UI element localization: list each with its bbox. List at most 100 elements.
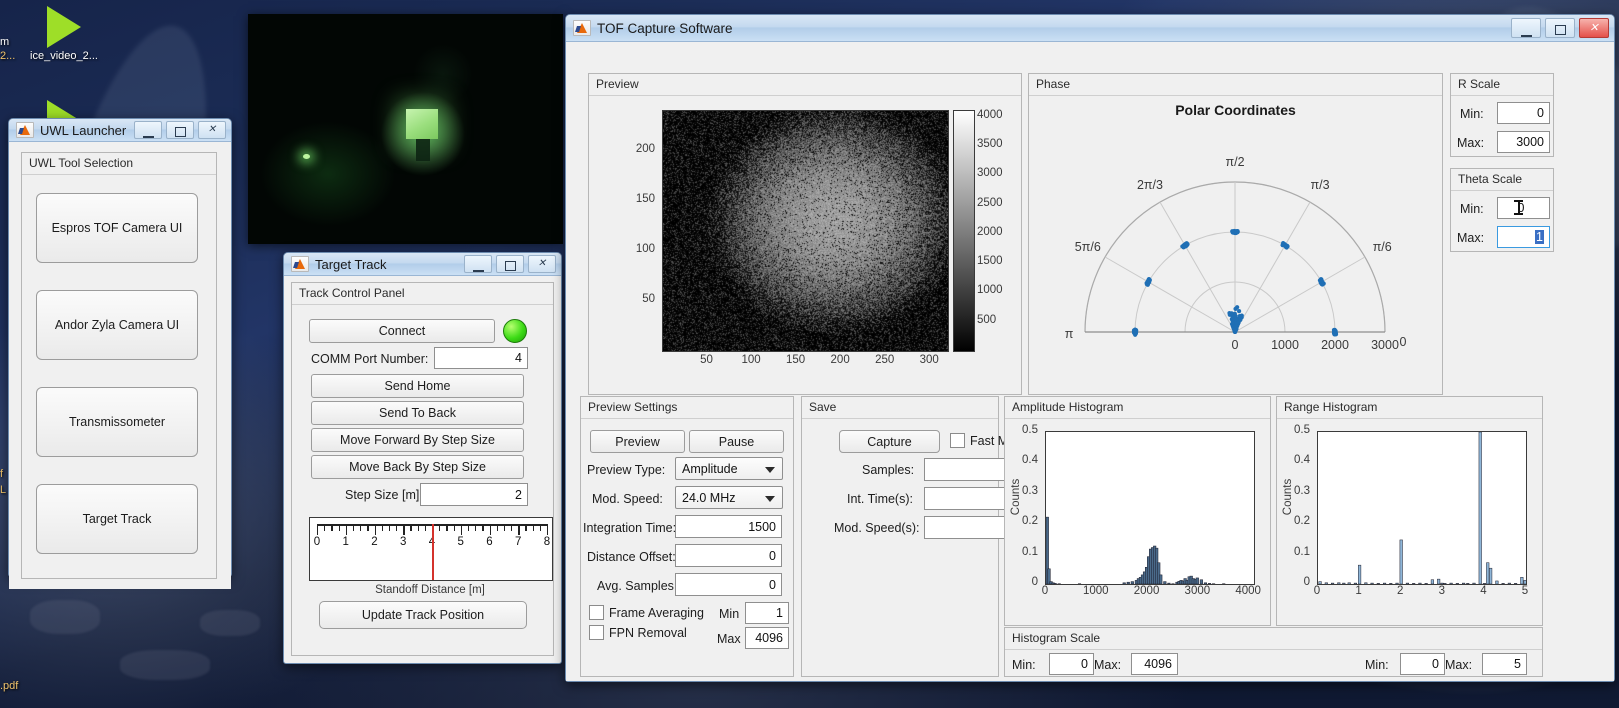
move-forward-button[interactable]: Move Forward By Step Size [311, 428, 524, 452]
tool-button-transmissometer[interactable]: Transmissometer [36, 387, 198, 457]
video-feed-target-panel [406, 109, 438, 139]
histogram-bar [1348, 583, 1351, 584]
histogram-bar [1441, 583, 1444, 584]
amp-scale-max-input[interactable]: 4096 [1131, 653, 1178, 675]
ruler-minor-tick [475, 524, 476, 531]
track-control-panel-title: Track Control Panel [292, 283, 553, 305]
video-feed-laser-spot [303, 154, 310, 159]
scale-max-input[interactable]: 4096 [745, 627, 789, 649]
amp-scale-min-input[interactable]: 0 [1049, 653, 1094, 675]
rng-scale-min-value: 0 [1432, 657, 1439, 671]
avg-samples-input[interactable]: 0 [675, 573, 782, 596]
ruler-minor-tick [331, 524, 332, 531]
histogram-bar [1358, 565, 1361, 584]
histogram-bar [1508, 583, 1511, 584]
frame-averaging-checkbox[interactable] [589, 605, 604, 620]
fpn-removal-checkbox[interactable] [589, 625, 604, 640]
histogram-bar [1473, 583, 1476, 584]
histogram-xtick: 3000 [1179, 585, 1215, 597]
move-back-button[interactable]: Move Back By Step Size [311, 455, 524, 479]
fast-mode-checkbox[interactable] [950, 433, 965, 448]
histogram-ytick: 0.5 [1277, 424, 1310, 436]
uwl-launcher-window[interactable]: UWL Launcher ✕ UWL Tool Selection Espros… [8, 118, 232, 577]
ruler-minor-tick [339, 524, 340, 531]
preview-type-dropdown[interactable]: Amplitude [675, 457, 783, 480]
launcher-titlebar[interactable]: UWL Launcher ✕ [9, 119, 231, 142]
target-track-close-button[interactable]: ✕ [528, 255, 556, 273]
target-track-titlebar[interactable]: Target Track ✕ [284, 253, 561, 276]
ruler-major-tick [461, 524, 462, 535]
histogram-bar [1524, 580, 1526, 584]
desktop-truncated-label-f: f [0, 468, 3, 480]
matlab-icon [16, 122, 34, 138]
tool-button-andor-zyla-camera-ui[interactable]: Andor Zyla Camera UI [36, 290, 198, 360]
histogram-xtick: 4 [1465, 585, 1501, 597]
r-scale-min-input[interactable]: 0 [1497, 102, 1550, 124]
comm-port-label: COMM Port Number: [311, 352, 428, 366]
histogram-bar [1390, 583, 1393, 584]
track-control-panel: Track Control Panel Connect COMM Port Nu… [291, 282, 554, 656]
tof-window-title: TOF Capture Software [597, 21, 1511, 36]
tof-minimize-button[interactable] [1511, 18, 1541, 38]
histogram-xtick: 2 [1382, 585, 1418, 597]
rng-scale-min-input[interactable]: 0 [1400, 653, 1445, 675]
tool-button-espros-tof-camera-ui[interactable]: Espros TOF Camera UI [36, 193, 198, 263]
tool-button-label: Espros TOF Camera UI [52, 221, 183, 235]
step-size-input[interactable]: 2 [420, 483, 528, 506]
desktop-icon-ice-video-2[interactable]: ice_video_2... [25, 6, 103, 62]
histogram-bar [1462, 583, 1465, 584]
theta-scale-min-input[interactable]: 0 [1497, 197, 1550, 219]
target-track-minimize-button[interactable] [464, 255, 492, 273]
r-scale-max-input[interactable]: 3000 [1497, 131, 1550, 153]
target-track-maximize-button[interactable] [496, 255, 524, 273]
comm-port-input[interactable]: 4 [434, 347, 528, 369]
histogram-ytick: 0.4 [1277, 454, 1310, 466]
tool-button-target-track[interactable]: Target Track [36, 484, 198, 554]
capture-button[interactable]: Capture [839, 430, 940, 453]
send-to-back-button[interactable]: Send To Back [311, 401, 524, 425]
theta-scale-max-input[interactable]: 1 [1497, 226, 1550, 248]
preview-settings-panel: Preview Settings Preview Pause Preview T… [580, 396, 794, 677]
histogram-bar [1054, 583, 1057, 584]
send-home-button[interactable]: Send Home [311, 374, 524, 398]
preview-type-value: Amplitude [682, 462, 738, 476]
frame-averaging-checkbox-row[interactable]: Frame Averaging [589, 605, 704, 620]
chevron-down-icon [765, 467, 775, 473]
mod-speed-dropdown[interactable]: 24.0 MHz [675, 486, 783, 509]
target-track-window[interactable]: Target Track ✕ Track Control Panel Conne… [283, 252, 562, 664]
integration-time-input[interactable]: 1500 [675, 515, 782, 538]
preview-panel-title: Preview [589, 74, 1021, 96]
tof-capture-software-window[interactable]: TOF Capture Software ✕ Preview 50 100 150 2… [565, 14, 1615, 682]
preview-colorbar-tick-group: 500 1000 1500 2000 2500 3000 3500 4000 [977, 110, 1023, 350]
scale-min-label: Min [719, 607, 739, 621]
tof-close-button[interactable]: ✕ [1579, 18, 1609, 38]
update-track-position-button[interactable]: Update Track Position [319, 601, 527, 629]
target-track-title: Target Track [315, 257, 464, 272]
launcher-minimize-button[interactable] [134, 121, 162, 139]
ruler-position-marker [432, 524, 434, 580]
connect-button[interactable]: Connect [309, 319, 495, 343]
launcher-maximize-button[interactable] [166, 121, 194, 139]
preview-button[interactable]: Preview [590, 430, 685, 453]
tof-titlebar[interactable]: TOF Capture Software ✕ [566, 15, 1614, 42]
ruler-minor-tick [446, 524, 447, 531]
launcher-close-button[interactable]: ✕ [198, 121, 226, 139]
fpn-removal-checkbox-row[interactable]: FPN Removal [589, 625, 687, 640]
ruler-minor-tick [418, 524, 419, 531]
video-feed-window[interactable] [248, 14, 563, 244]
polar-data-point [1231, 321, 1235, 325]
distance-offset-input[interactable]: 0 [675, 544, 782, 567]
uwl-tool-selection-panel: UWL Tool Selection Espros TOF Camera UI … [21, 152, 217, 579]
rng-scale-max-input[interactable]: 5 [1482, 653, 1527, 675]
avg-samples-value: 0 [769, 578, 776, 592]
save-panel-title: Save [802, 397, 998, 419]
histogram-ytick: 0.4 [1005, 454, 1038, 466]
pause-button[interactable]: Pause [689, 430, 784, 453]
ruler-minor-tick [410, 524, 411, 531]
scale-min-value: 1 [776, 606, 783, 620]
ruler-minor-tick [396, 524, 397, 531]
r-scale-min-label: Min: [1460, 107, 1484, 121]
chevron-down-icon [765, 496, 775, 502]
tof-maximize-button[interactable] [1545, 18, 1575, 38]
scale-min-input[interactable]: 1 [745, 602, 789, 624]
